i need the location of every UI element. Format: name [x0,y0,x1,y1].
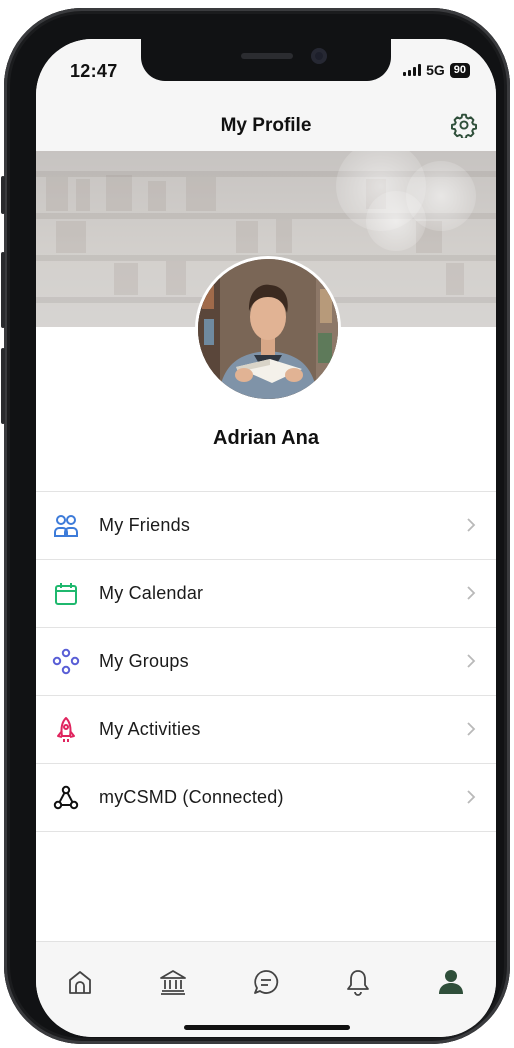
status-indicators: 5G 90 [403,62,470,78]
institution-icon [160,970,186,995]
rocket-icon [52,716,80,744]
friends-icon [52,512,80,540]
status-time: 12:47 [70,61,118,81]
notch [141,39,391,81]
tab-chat[interactable] [246,962,286,1002]
menu-item-label: My Calendar [99,583,204,603]
menu-item-my-activities[interactable]: My Activities [36,696,496,764]
menu-item-label: My Friends [99,515,191,535]
chevron-right-icon [467,518,476,532]
tab-profile[interactable] [431,962,471,1002]
gear-icon[interactable] [448,109,480,141]
network-icon [52,784,80,812]
home-indicator[interactable] [184,1025,350,1030]
tab-institution[interactable] [153,962,193,1002]
header-bar: My Profile [36,109,496,151]
chevron-right-icon [467,790,476,804]
tab-notifications[interactable] [338,962,378,1002]
profile-icon [439,970,463,994]
network-type: 5G [426,62,445,78]
calendar-icon [52,580,80,608]
bell-icon [347,970,369,996]
battery-icon: 90 [449,62,470,78]
screen: 12:47 5G 90 My Profile Adrian Ana My Fri… [36,39,496,1037]
profile-name: Adrian Ana [213,427,319,449]
signal-icon [403,64,422,76]
menu-item-label: My Activities [99,719,201,739]
page-title: My Profile [220,115,312,136]
chevron-right-icon [467,722,476,736]
tab-home[interactable] [60,962,100,1002]
avatar[interactable] [195,256,341,402]
camera-icon [311,48,327,64]
speaker-grille [241,53,293,59]
mute-switch [1,176,5,214]
groups-icon [52,648,80,676]
phone-frame: 12:47 5G 90 My Profile Adrian Ana My Fri… [1,8,510,1044]
tab-bar [36,941,496,1037]
chevron-right-icon [467,654,476,668]
chat-icon [254,970,279,994]
volume-down-button [1,348,5,424]
chevron-right-icon [467,586,476,600]
home-icon [69,971,91,994]
menu-item-my-friends[interactable]: My Friends [36,492,496,560]
profile-menu: My Friends My Calendar My Groups My Acti… [36,491,496,832]
menu-item-my-groups[interactable]: My Groups [36,628,496,696]
menu-item-label: My Groups [99,651,189,671]
volume-up-button [1,252,5,328]
menu-item-label: myCSMD (Connected) [99,787,284,807]
menu-item-mycsmd[interactable]: myCSMD (Connected) [36,764,496,832]
menu-item-my-calendar[interactable]: My Calendar [36,560,496,628]
